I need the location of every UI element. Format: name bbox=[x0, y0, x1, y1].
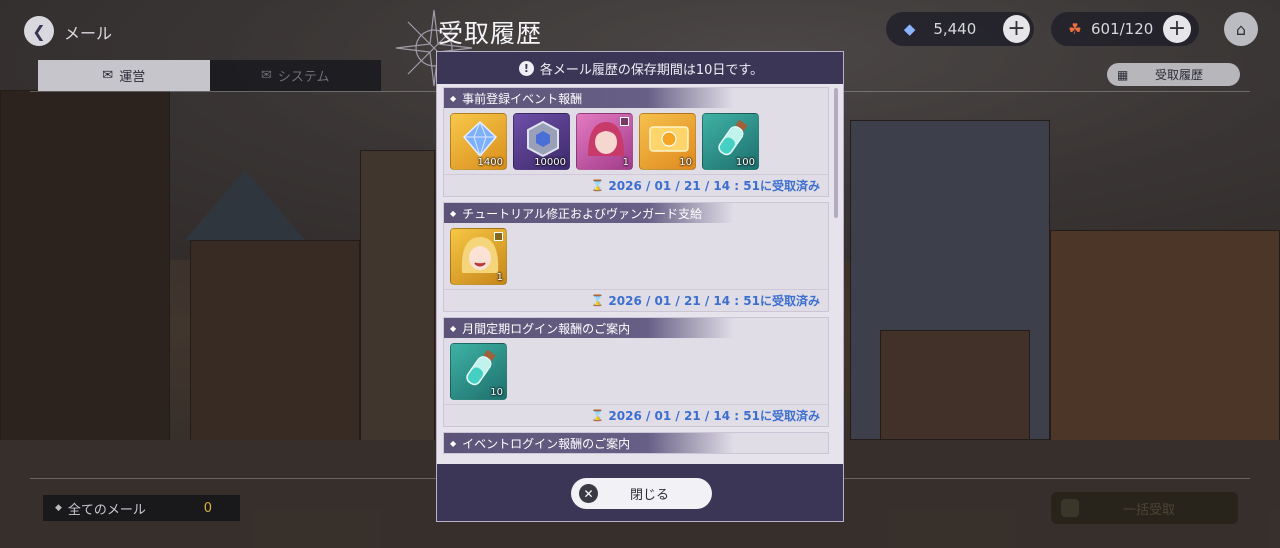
reward-items: 1400 10000 1 10 100 bbox=[444, 108, 828, 174]
history-entry: ◆ イベントログイン報酬のご案内 bbox=[443, 432, 829, 454]
reward-item[interactable]: 10000 bbox=[513, 113, 570, 170]
reward-item[interactable]: 10 bbox=[450, 343, 507, 400]
history-icon: ▦ bbox=[1117, 67, 1129, 82]
item-quantity: 10 bbox=[679, 157, 692, 168]
hourglass-icon: ⌛ bbox=[590, 179, 605, 192]
entry-date-text: 2026 / 01 / 21 / 14 : 51に受取済み bbox=[608, 294, 820, 308]
notice-text: 各メール履歴の保存期間は10日です。 bbox=[539, 62, 764, 78]
bulk-receive-label: 一括受取 bbox=[1123, 502, 1176, 518]
item-quantity: 10000 bbox=[534, 157, 566, 168]
history-entry: ◆ 月間定期ログイン報酬のご案内 10 ⌛ 2026 / 01 / 21 / 1… bbox=[443, 317, 829, 427]
stamina-currency: ☘ 601/120 + bbox=[1051, 12, 1199, 46]
close-label: 閉じる bbox=[630, 488, 670, 503]
crystal-currency: ◆ 5,440 + bbox=[886, 12, 1034, 46]
bulk-receive-icon bbox=[1061, 499, 1079, 517]
reward-item[interactable]: 1 bbox=[576, 113, 633, 170]
diamond-icon: ◆ bbox=[450, 323, 457, 333]
mail-filter[interactable]: ◆ 全てのメール 0 bbox=[43, 495, 240, 521]
entry-title: ◆ チュートリアル修正およびヴァンガード支給 bbox=[444, 203, 734, 223]
reward-item[interactable]: 10 bbox=[639, 113, 696, 170]
close-button[interactable]: ✕ 閉じる bbox=[571, 478, 712, 509]
crystal-icon: ◆ bbox=[903, 20, 916, 38]
history-list[interactable]: ◆ 事前登録イベント報酬 1400 10000 1 10 100 ⌛ 2026 … bbox=[443, 87, 831, 462]
entry-date-text: 2026 / 01 / 21 / 14 : 51に受取済み bbox=[608, 179, 820, 193]
tab-operations[interactable]: ✉ 運営 bbox=[38, 60, 210, 91]
reward-items: 1 bbox=[444, 223, 828, 289]
character-badge-icon bbox=[494, 232, 503, 241]
back-label: メール bbox=[64, 24, 113, 43]
entry-title-text: イベントログイン報酬のご案内 bbox=[462, 436, 631, 451]
bulk-receive-button[interactable]: 一括受取 bbox=[1051, 492, 1238, 524]
envelope-icon: ✉ bbox=[260, 68, 272, 83]
entry-title-text: チュートリアル修正およびヴァンガード支給 bbox=[462, 206, 703, 221]
tab-operations-label: 運営 bbox=[119, 70, 146, 85]
modal-notice: ! 各メール履歴の保存期間は10日です。 bbox=[437, 52, 843, 84]
close-icon: ✕ bbox=[579, 484, 598, 503]
entry-received-date: ⌛ 2026 / 01 / 21 / 14 : 51に受取済み bbox=[444, 174, 828, 196]
item-quantity: 1400 bbox=[477, 157, 503, 168]
diamond-icon: ◆ bbox=[450, 438, 457, 448]
hourglass-icon: ⌛ bbox=[590, 294, 605, 307]
receive-history-modal: ! 各メール履歴の保存期間は10日です。 ◆ 事前登録イベント報酬 1400 1… bbox=[436, 51, 844, 522]
entry-title: ◆ イベントログイン報酬のご案内 bbox=[444, 433, 734, 453]
entry-title-text: 月間定期ログイン報酬のご案内 bbox=[462, 321, 631, 336]
scrollbar[interactable] bbox=[834, 88, 838, 218]
reward-item[interactable]: 1 bbox=[450, 228, 507, 285]
envelope-icon: ✉ bbox=[102, 68, 114, 83]
reward-item[interactable]: 100 bbox=[702, 113, 759, 170]
reward-item[interactable]: 1400 bbox=[450, 113, 507, 170]
entry-received-date: ⌛ 2026 / 01 / 21 / 14 : 51に受取済み bbox=[444, 404, 828, 426]
home-icon: ⌂ bbox=[1235, 19, 1247, 39]
entry-date-text: 2026 / 01 / 21 / 14 : 51に受取済み bbox=[608, 409, 820, 423]
stamina-icon: ☘ bbox=[1068, 20, 1082, 38]
home-button[interactable]: ⌂ bbox=[1224, 12, 1258, 46]
character-badge-icon bbox=[620, 117, 629, 126]
item-quantity: 1 bbox=[496, 272, 503, 283]
diamond-icon: ◆ bbox=[55, 503, 62, 513]
crystal-amount: 5,440 bbox=[933, 20, 977, 38]
mail-filter-label: 全てのメール bbox=[67, 502, 146, 518]
tab-system[interactable]: ✉ システム bbox=[209, 60, 381, 91]
entry-title: ◆ 事前登録イベント報酬 bbox=[444, 88, 734, 108]
back-button[interactable]: ❮ bbox=[24, 16, 54, 46]
reward-items: 10 bbox=[444, 338, 828, 404]
entry-title-text: 事前登録イベント報酬 bbox=[462, 91, 583, 106]
diamond-icon: ◆ bbox=[450, 208, 457, 218]
mail-count: 0 bbox=[203, 500, 212, 516]
entry-title: ◆ 月間定期ログイン報酬のご案内 bbox=[444, 318, 734, 338]
item-quantity: 10 bbox=[490, 387, 503, 398]
receive-history-button[interactable]: ▦ 受取履歴 bbox=[1107, 63, 1240, 86]
item-quantity: 1 bbox=[622, 157, 629, 168]
hourglass-icon: ⌛ bbox=[590, 409, 605, 422]
receive-history-label: 受取履歴 bbox=[1155, 68, 1204, 82]
warning-icon: ! bbox=[518, 60, 534, 76]
item-quantity: 100 bbox=[735, 157, 755, 168]
add-crystal-button[interactable]: + bbox=[1002, 15, 1030, 43]
entry-received-date: ⌛ 2026 / 01 / 21 / 14 : 51に受取済み bbox=[444, 289, 828, 311]
add-stamina-button[interactable]: + bbox=[1163, 15, 1191, 43]
history-entry: ◆ 事前登録イベント報酬 1400 10000 1 10 100 ⌛ 2026 … bbox=[443, 87, 829, 197]
mail-tabs: ✉ 運営 ✉ システム bbox=[38, 60, 381, 91]
tab-system-label: システム bbox=[277, 70, 330, 85]
diamond-icon: ◆ bbox=[450, 93, 457, 103]
modal-title: 受取履歴 bbox=[438, 19, 543, 48]
chevron-left-icon: ❮ bbox=[32, 21, 46, 41]
modal-footer: ✕ 閉じる bbox=[437, 464, 843, 521]
history-entry: ◆ チュートリアル修正およびヴァンガード支給 1 ⌛ 2026 / 01 / 2… bbox=[443, 202, 829, 312]
stamina-amount: 601/120 bbox=[1091, 20, 1154, 38]
